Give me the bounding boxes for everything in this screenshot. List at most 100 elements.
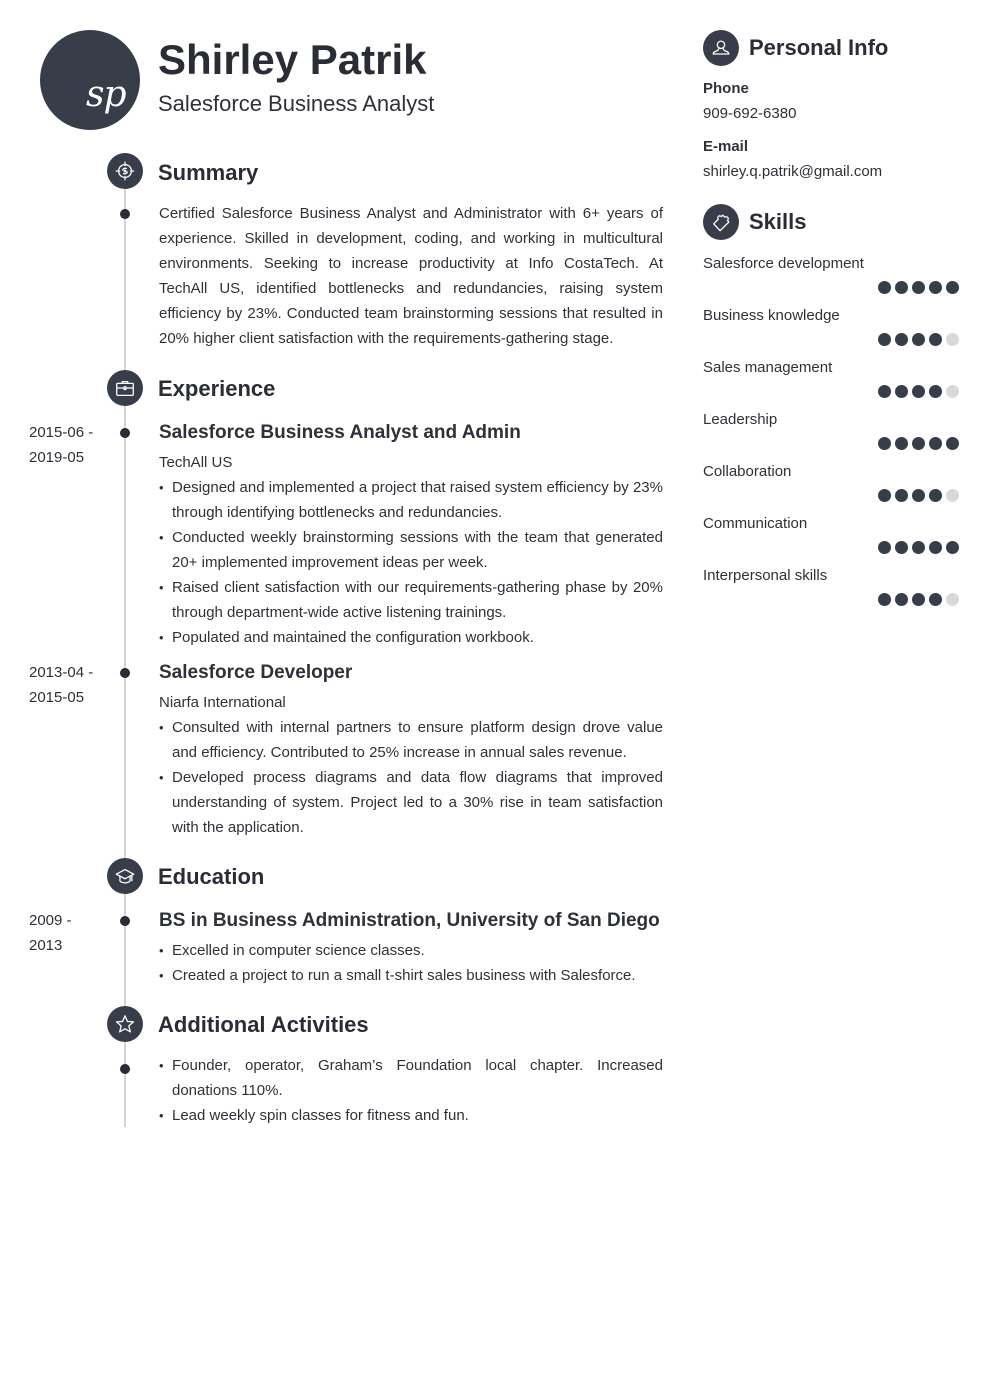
activities-entry: Founder, operator, Graham’s Foundation l… <box>159 1053 663 1128</box>
monogram-initials: sp <box>86 74 127 115</box>
email-value[interactable]: shirley.q.patrik@gmail.com <box>703 162 963 182</box>
skill-name: Leadership <box>703 411 778 428</box>
rating-dot-empty <box>946 489 959 502</box>
education-bullets: Excelled in computer science classes. Cr… <box>159 938 663 988</box>
rating-dot-filled <box>878 541 891 554</box>
timeline-dot <box>120 428 130 438</box>
skill-rating <box>703 489 963 502</box>
rating-dot-filled <box>878 437 891 450</box>
rating-dot-filled <box>912 489 925 502</box>
rating-dot-filled <box>895 281 908 294</box>
star-icon <box>107 1006 143 1042</box>
bullet-item: Founder, operator, Graham’s Foundation l… <box>159 1053 663 1103</box>
timeline-dot <box>120 668 130 678</box>
skill-name: Sales management <box>703 359 833 376</box>
skill-item: Sales management <box>703 358 963 398</box>
rating-dot-filled <box>912 541 925 554</box>
education-date: 2009 - 2013 <box>29 908 109 958</box>
rating-dot-empty <box>946 593 959 606</box>
activities-bullets: Founder, operator, Graham’s Foundation l… <box>159 1053 663 1128</box>
skill-name: Collaboration <box>703 463 792 480</box>
skill-rating <box>703 385 963 398</box>
skill-rating <box>703 541 963 554</box>
experience-heading: Experience <box>158 376 276 401</box>
rating-dot-empty <box>946 385 959 398</box>
skills-heading: Skills <box>749 209 807 234</box>
rating-dot-filled <box>878 333 891 346</box>
rating-dot-filled <box>929 333 942 346</box>
rating-dot-filled <box>929 541 942 554</box>
skills-list: Salesforce development Business knowledge… <box>703 254 963 606</box>
phone-value[interactable]: 909-692-6380 <box>703 104 963 124</box>
rating-dot-filled <box>895 333 908 346</box>
skill-rating <box>703 281 963 294</box>
rating-dot-filled <box>912 333 925 346</box>
skill-name: Communication <box>703 515 808 532</box>
job-entry: Salesforce Developer Niarfa Internationa… <box>159 661 663 840</box>
skills-section: Skills Salesforce development Business kn… <box>703 204 963 606</box>
rating-dot-filled <box>878 593 891 606</box>
personal-info-heading: Personal Info <box>749 35 889 60</box>
job-title: Salesforce Business Analyst and Admin <box>159 422 521 443</box>
education-entry: BS in Business Administration, Universit… <box>159 909 663 988</box>
skill-rating <box>703 437 963 450</box>
resume-page: sp Shirley Patrik Salesforce Business An… <box>0 0 990 1400</box>
education-date-start: 2009 - <box>29 912 72 929</box>
rating-dot-filled <box>929 281 942 294</box>
bullet-item: Excelled in computer science classes. <box>159 938 663 963</box>
bullet-item: Lead weekly spin classes for fitness and… <box>159 1103 663 1128</box>
activities-heading: Additional Activities <box>158 1012 369 1037</box>
right-column: Personal Info Phone 909-692-6380 E-mail … <box>703 30 963 606</box>
skill-item: Interpersonal skills <box>703 566 963 606</box>
timeline-dot <box>120 1064 130 1074</box>
skill-name: Interpersonal skills <box>703 567 828 584</box>
skill-rating <box>703 593 963 606</box>
briefcase-icon <box>107 370 143 406</box>
skill-name: Business knowledge <box>703 307 840 324</box>
rating-dot-filled <box>946 541 959 554</box>
skill-item: Salesforce development <box>703 254 963 294</box>
candidate-name: Shirley Patrik <box>158 36 427 83</box>
job-title: Salesforce Developer <box>159 662 353 683</box>
job-date: 2013-04 - 2015-05 <box>29 660 109 710</box>
job-company: Niarfa International <box>159 694 286 711</box>
job-date-start: 2013-04 - <box>29 664 94 681</box>
summary-heading: Summary <box>158 160 259 185</box>
skill-item: Communication <box>703 514 963 554</box>
job-date-end: 2015-05 <box>29 689 85 706</box>
rating-dot-filled <box>912 281 925 294</box>
bullet-item: Developed process diagrams and data flow… <box>159 765 663 840</box>
rating-dot-filled <box>895 593 908 606</box>
phone-label: Phone <box>703 80 749 97</box>
rating-dot-filled <box>946 437 959 450</box>
user-icon <box>703 30 739 66</box>
monogram-avatar: sp <box>40 30 140 130</box>
job-date: 2015-06 - 2019-05 <box>29 420 109 470</box>
rating-dot-filled <box>878 281 891 294</box>
education-heading: Education <box>158 864 265 889</box>
timeline-dot <box>120 916 130 926</box>
rating-dot-empty <box>946 333 959 346</box>
skills-header: Skills <box>703 204 963 240</box>
target-icon <box>107 153 143 189</box>
rating-dot-filled <box>878 489 891 502</box>
job-date-start: 2015-06 - <box>29 424 94 441</box>
degree-title: BS in Business Administration, Universit… <box>159 910 660 931</box>
graduation-cap-icon <box>107 858 143 894</box>
rating-dot-filled <box>929 437 942 450</box>
bullet-item: Consulted with internal partners to ensu… <box>159 715 663 765</box>
job-entry: Salesforce Business Analyst and Admin Te… <box>159 421 663 650</box>
bullet-item: Populated and maintained the configurati… <box>159 625 663 650</box>
education-date-end: 2013 <box>29 937 63 954</box>
skill-item: Business knowledge <box>703 306 963 346</box>
bullet-item: Designed and implemented a project that … <box>159 475 663 525</box>
rating-dot-filled <box>895 385 908 398</box>
rating-dot-filled <box>878 385 891 398</box>
rating-dot-filled <box>929 593 942 606</box>
skill-item: Collaboration <box>703 462 963 502</box>
bullet-item: Created a project to run a small t-shirt… <box>159 963 663 988</box>
bullet-item: Raised client satisfaction with our requ… <box>159 575 663 625</box>
rating-dot-filled <box>912 385 925 398</box>
skill-name: Salesforce development <box>703 255 864 272</box>
job-bullets: Designed and implemented a project that … <box>159 475 663 650</box>
